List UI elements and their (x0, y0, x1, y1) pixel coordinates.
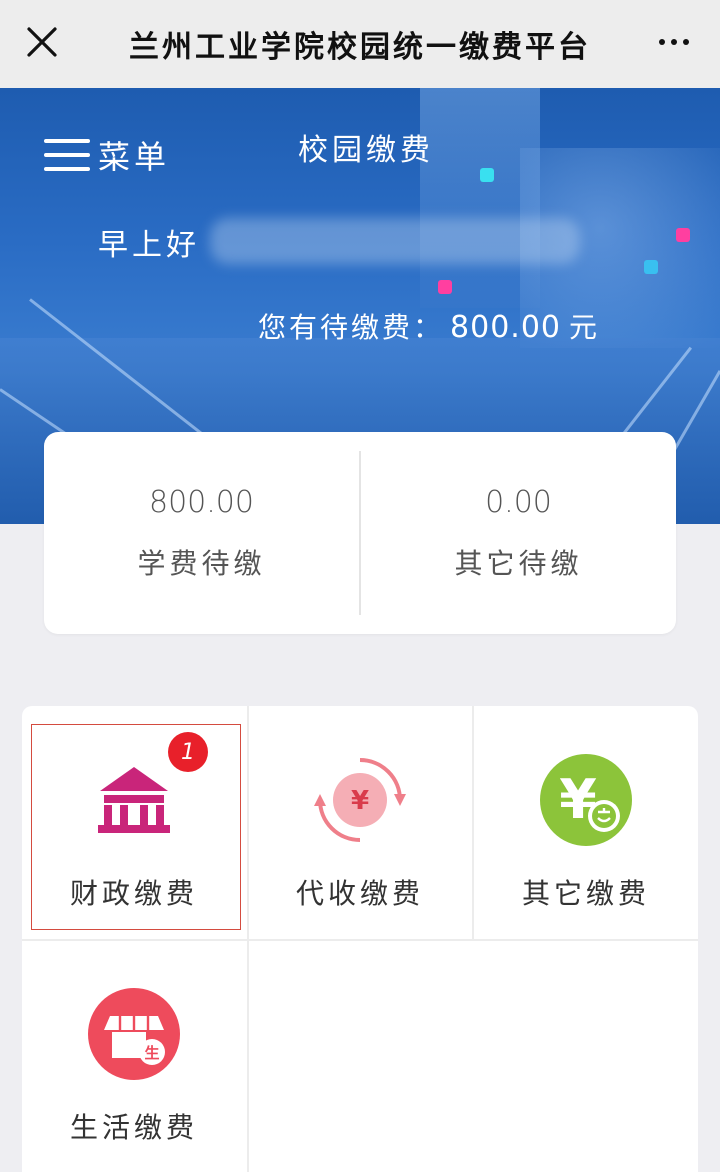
menu-label: 菜单 (98, 138, 171, 176)
banner-decoration (644, 260, 658, 274)
tuition-amount: 800.00 (149, 484, 254, 520)
hamburger-icon (44, 139, 90, 171)
pending-label: 您有待缴费： (258, 311, 445, 344)
more-dot (671, 39, 677, 45)
service-other[interactable]: ¥ 其它缴费 (474, 706, 698, 938)
pending-amount: 800.00 (450, 310, 561, 345)
shop-life-icon: 生 (84, 984, 184, 1084)
service-finance[interactable]: 1 财政缴费 (22, 706, 246, 938)
more-dots-icon (659, 39, 665, 45)
notification-badge: 1 (168, 732, 208, 772)
close-icon (27, 27, 57, 57)
page-title: 兰州工业学院校园统一缴费平台 (129, 30, 591, 65)
more-options-button[interactable] (646, 14, 702, 70)
banner-decoration (480, 168, 494, 182)
menu-button[interactable]: 菜单 (44, 132, 170, 178)
service-label: 生活缴费 (69, 1111, 198, 1144)
yuan-cycle-icon: ¥ (310, 750, 410, 850)
service-label: 财政缴费 (69, 877, 198, 910)
banner-decoration (676, 228, 690, 242)
pending-summary-card: 800.00 学费待缴 0.00 其它待缴 (44, 432, 676, 634)
other-label: 其它待缴 (454, 546, 583, 580)
more-dot (683, 39, 689, 45)
pending-unit: 元 (569, 311, 601, 344)
service-label: 其它缴费 (521, 877, 650, 910)
service-collection[interactable]: ¥ 代收缴费 (248, 706, 472, 938)
service-life[interactable]: 生 生活缴费 (22, 940, 246, 1172)
svg-text:生: 生 (144, 1044, 159, 1062)
tuition-label: 学费待缴 (137, 546, 266, 580)
pending-fee: 您有待缴费： 800.00 元 (258, 306, 600, 346)
banner-decoration (438, 280, 452, 294)
banner-title: 校园缴费 (298, 133, 434, 168)
blurred-username (210, 218, 580, 264)
svg-text:¥: ¥ (351, 786, 369, 816)
government-building-icon: 1 (84, 732, 208, 850)
service-label: 代收缴费 (295, 877, 424, 910)
greeting-text: 早上好 (98, 228, 200, 263)
other-amount: 0.00 (485, 484, 552, 520)
service-grid: 1 财政缴费 ¥ 代收缴费 ¥ 其它缴费 生 生活缴费 (22, 706, 698, 1172)
tuition-pending[interactable]: 800.00 学费待缴 (44, 485, 359, 582)
yuan-coin-other-icon: ¥ (536, 750, 636, 850)
title-bar: 兰州工业学院校园统一缴费平台 (0, 0, 720, 88)
close-button[interactable] (14, 14, 70, 70)
other-pending[interactable]: 0.00 其它待缴 (361, 485, 676, 582)
